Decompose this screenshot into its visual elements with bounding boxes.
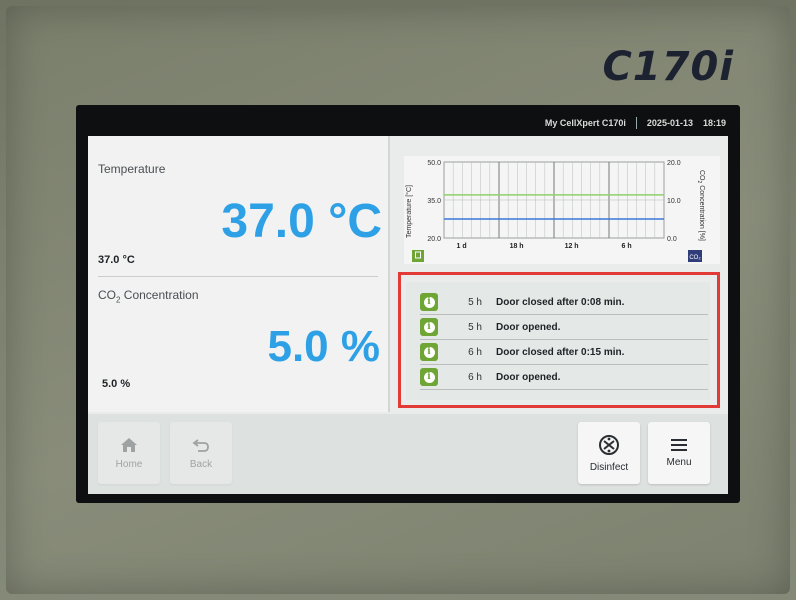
temperature-label: Temperature xyxy=(98,162,166,176)
right-tick-label: 10.0 xyxy=(667,198,681,205)
x-tick-label: 12 h xyxy=(565,243,579,250)
device-name: My CellXpert C170i xyxy=(544,118,626,128)
temperature-setpoint: 37.0 °C xyxy=(98,254,135,266)
co2-value[interactable]: 5.0 % xyxy=(267,322,380,372)
co2-label: CO2 Concentration xyxy=(98,288,199,305)
home-label: Home xyxy=(115,458,143,470)
left-tick-label: 20.0 xyxy=(427,236,441,243)
left-tick-label: 50.0 xyxy=(427,160,441,167)
x-tick-label: 6 h xyxy=(622,243,632,250)
highlight-box xyxy=(398,272,720,408)
right-axis-ticks: 20.0 10.0 0.0 xyxy=(667,160,681,243)
status-separator xyxy=(635,117,637,129)
co2-setpoint: 5.0 % xyxy=(102,378,131,390)
temperature-value[interactable]: 37.0 °C xyxy=(221,194,382,249)
trend-chart-svg: 50.035.020.0 20.010.00.0 1 d 18 h 12 h6 h … xyxy=(405,160,705,262)
co2-badge-label: CO₂ xyxy=(689,255,701,261)
back-arrow-icon xyxy=(192,438,209,452)
left-axis-label: Temperature [°C] xyxy=(405,185,413,238)
readings-panel: Temperature 37.0 °C 37.0 °C CO2 Concentr… xyxy=(88,136,390,412)
x-tick-label: 18 h xyxy=(510,243,524,250)
status-date: 2025-01-13 xyxy=(646,118,693,128)
disinfect-button[interactable]: Disinfect xyxy=(578,422,640,484)
home-icon xyxy=(121,437,137,452)
home-button[interactable]: Home xyxy=(98,422,160,484)
right-axis-label: CO2 Concentration [%] xyxy=(696,170,705,241)
trend-chart[interactable]: 50.0 35.0 20.0 20.0 10.0 0.0 1 d 18 h 12 h6 h … xyxy=(404,156,720,264)
left-tick-label: 35.0 xyxy=(427,198,441,205)
disinfect-label: Disinfect xyxy=(589,461,629,473)
back-label: Back xyxy=(189,458,213,470)
left-axis-ticks: 50.0 35.0 20.0 xyxy=(427,160,441,243)
right-tick-label: 0.0 xyxy=(667,236,677,243)
right-tick-label: 20.0 xyxy=(667,160,681,167)
device-brand: C170i xyxy=(602,44,734,90)
status-time: 18:19 xyxy=(702,118,726,128)
readings-divider xyxy=(98,276,378,277)
x-tick-label: 1 d xyxy=(457,243,467,250)
menu-label: Menu xyxy=(666,456,692,468)
bottom-nav-bar: Home Back Disinfect Menu xyxy=(88,414,728,494)
x-axis-ticks: 1 d 18 h 12 h 6 h xyxy=(457,243,632,250)
back-button[interactable]: Back xyxy=(170,422,232,484)
menu-icon xyxy=(671,438,687,451)
status-bar: My CellXpert C170i 2025-01-13 18:19 xyxy=(86,112,734,134)
disinfect-icon xyxy=(599,434,619,455)
menu-button[interactable]: Menu xyxy=(648,422,710,484)
